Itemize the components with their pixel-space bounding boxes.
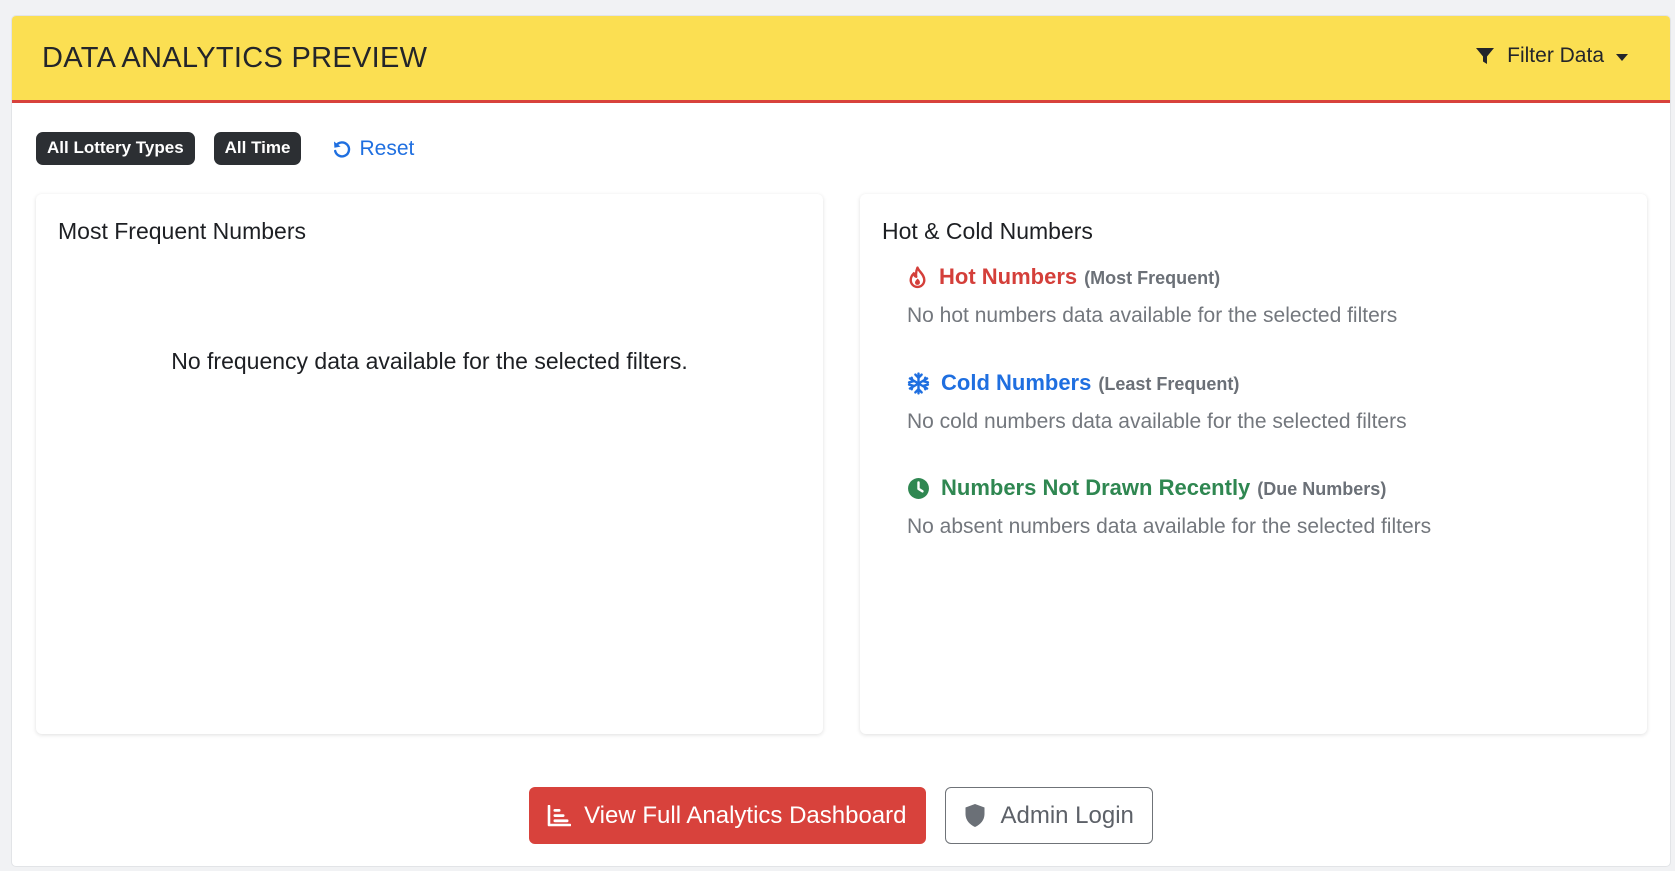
- undo-icon: [334, 140, 351, 158]
- cold-numbers-section: Cold Numbers (Least Frequent) No cold nu…: [907, 370, 1407, 434]
- chart-bar-icon: [547, 804, 572, 826]
- button-label: View Full Analytics Dashboard: [584, 801, 907, 829]
- admin-login-button[interactable]: Admin Login: [945, 787, 1153, 844]
- card-header: DATA ANALYTICS PREVIEW Filter Data: [12, 16, 1670, 103]
- snowflake-icon: [907, 371, 930, 395]
- section-empty-message: No absent numbers data available for the…: [907, 515, 1432, 538]
- section-empty-message: No hot numbers data available for the se…: [907, 304, 1398, 327]
- section-subtitle: (Due Numbers): [1257, 479, 1387, 499]
- reset-label: Reset: [359, 136, 415, 160]
- filter-icon: [1476, 48, 1495, 64]
- shield-icon: [965, 804, 985, 827]
- analytics-preview-card: DATA ANALYTICS PREVIEW Filter Data All L…: [11, 15, 1671, 867]
- section-heading: Numbers Not Drawn Recently: [941, 475, 1251, 500]
- most-frequent-numbers-panel: Most Frequent Numbers No frequency data …: [36, 194, 823, 734]
- action-buttons: View Full Analytics Dashboard Admin Logi…: [12, 787, 1670, 844]
- fire-icon: [909, 265, 926, 288]
- section-subtitle: (Least Frequent): [1098, 374, 1240, 394]
- panel-title: Most Frequent Numbers: [58, 218, 306, 244]
- filter-data-label: Filter Data: [1507, 44, 1604, 67]
- reset-filters-link[interactable]: Reset: [332, 137, 414, 161]
- section-heading: Hot Numbers: [939, 264, 1078, 289]
- section-subtitle: (Most Frequent): [1084, 268, 1221, 288]
- filter-data-dropdown[interactable]: Filter Data: [1475, 44, 1628, 68]
- button-label: Admin Login: [1000, 801, 1134, 829]
- page-title: DATA ANALYTICS PREVIEW: [42, 42, 428, 74]
- hot-numbers-section: Hot Numbers (Most Frequent) No hot numbe…: [907, 264, 1397, 328]
- active-filters: All Lottery Types All Time Reset: [36, 132, 414, 165]
- hot-cold-numbers-panel: Hot & Cold Numbers Hot Numbers (Most Fre…: [860, 194, 1647, 734]
- view-full-dashboard-button[interactable]: View Full Analytics Dashboard: [529, 787, 927, 844]
- clock-icon: [908, 477, 929, 499]
- section-heading: Cold Numbers: [941, 370, 1092, 395]
- caret-down-icon: [1616, 53, 1628, 61]
- filter-chip-lottery-type: All Lottery Types: [36, 132, 195, 165]
- panel-title: Hot & Cold Numbers: [882, 218, 1093, 244]
- due-numbers-section: Numbers Not Drawn Recently (Due Numbers)…: [907, 475, 1431, 539]
- section-empty-message: No cold numbers data available for the s…: [907, 410, 1407, 433]
- filter-chip-time-range: All Time: [213, 132, 302, 165]
- empty-state-message: No frequency data available for the sele…: [171, 348, 688, 374]
